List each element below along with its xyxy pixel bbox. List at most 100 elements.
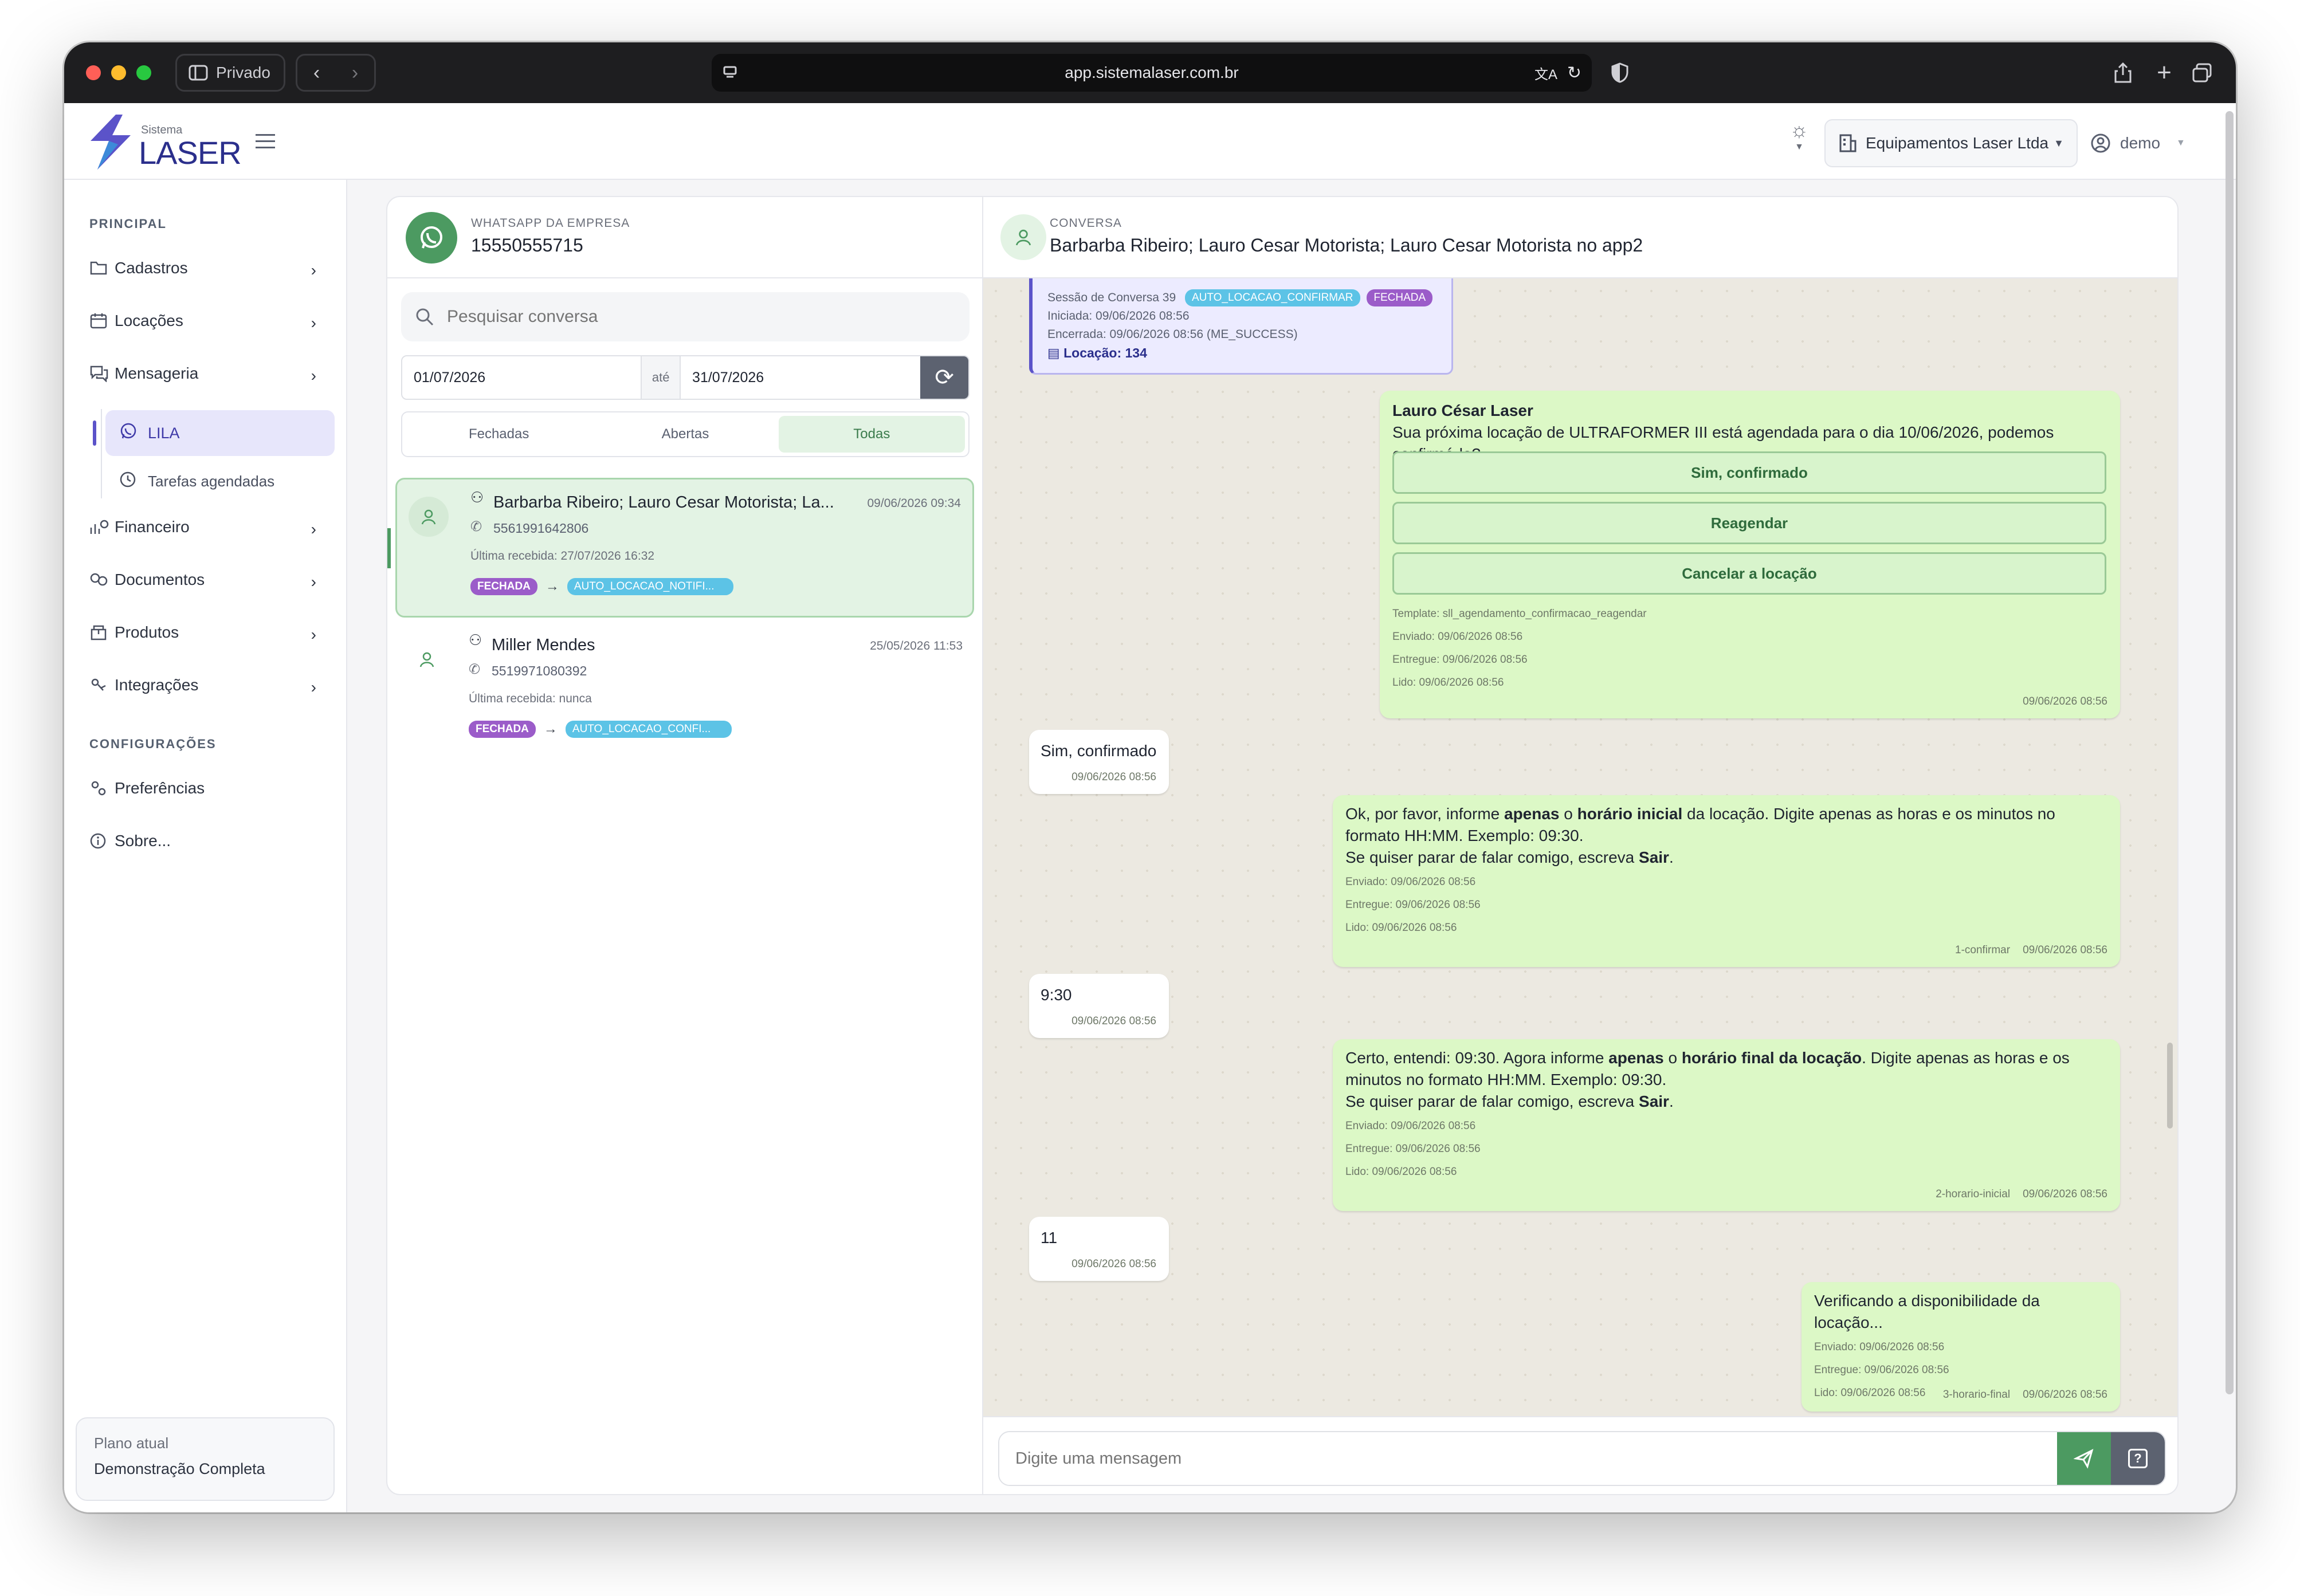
whatsapp-label: WHATSAPP DA EMPRESA <box>471 217 630 230</box>
tab-overview-icon[interactable] <box>2188 58 2216 87</box>
maximize-window-button[interactable] <box>136 65 151 80</box>
scrollbar-thumb[interactable] <box>2167 1043 2173 1129</box>
message-time: 09/06/2026 08:56 <box>1071 771 1156 783</box>
refresh-button[interactable]: ⟳ <box>920 356 968 399</box>
documents-icon <box>89 571 115 588</box>
back-arrow-icon[interactable]: ‹ <box>313 62 320 84</box>
quick-reply-cancel-button[interactable]: Cancelar a locação <box>1392 552 2106 595</box>
sidebar-item-cadastros[interactable]: Cadastros › <box>89 250 330 286</box>
search-box[interactable] <box>401 292 970 341</box>
new-tab-icon[interactable]: + <box>2150 58 2179 87</box>
session-title: Sessão de Conversa 39 <box>1047 291 1176 304</box>
flow-badge: AUTO_LOCACAO_NOTIFI... <box>567 578 733 595</box>
whatsapp-number: 15550555715 <box>471 235 583 255</box>
share-icon[interactable] <box>2109 58 2137 87</box>
integration-icon <box>89 677 115 694</box>
private-tab-button[interactable]: Privado <box>175 54 285 92</box>
sent-time: Enviado: 09/06/2026 08:56 <box>1814 1341 1945 1353</box>
date-to-value: 31/07/2026 <box>692 369 764 386</box>
incoming-message: 9:30 09/06/2026 08:56 <box>1029 974 1169 1038</box>
date-from-input[interactable]: 01/07/2026 <box>402 356 642 399</box>
help-button[interactable]: ? <box>2111 1432 2165 1485</box>
sidebar-subitem-lila[interactable]: LILA <box>105 410 335 456</box>
sidebar-item-mensageria[interactable]: Mensageria › <box>89 355 330 392</box>
session-title-row: Sessão de Conversa 39 AUTO_LOCACAO_CONFI… <box>1047 289 1436 307</box>
sun-icon: ☼ <box>1789 118 1809 141</box>
message-input[interactable] <box>999 1432 2057 1485</box>
brand-logo[interactable]: Sistema LASER <box>86 113 242 171</box>
active-indicator <box>93 420 96 446</box>
conversation-item[interactable]: ⚇ Miller Mendes 25/05/2026 11:53 ✆ 55199… <box>395 622 974 756</box>
company-select[interactable]: Equipamentos Laser Ltda ▼ <box>1824 119 2078 167</box>
company-name: Equipamentos Laser Ltda <box>1866 134 2049 152</box>
conversation-date: 25/05/2026 11:53 <box>870 639 963 652</box>
reload-icon[interactable]: ↻ <box>1567 63 1581 83</box>
conversation-item[interactable]: ⚇ Barbarba Ribeiro; Lauro Cesar Motorist… <box>395 478 974 618</box>
quick-reply-reschedule-button[interactable]: Reagendar <box>1392 502 2106 544</box>
send-button[interactable] <box>2057 1432 2111 1485</box>
search-input[interactable] <box>447 307 940 327</box>
message-area[interactable]: Sessão de Conversa 39 AUTO_LOCACAO_CONFI… <box>983 278 2177 1416</box>
sidebar-item-sobre[interactable]: Sobre... <box>89 823 330 859</box>
plan-label: Plano atual <box>94 1434 169 1452</box>
message-time: 09/06/2026 08:56 <box>2023 1389 2107 1401</box>
session-card[interactable]: Sessão de Conversa 39 AUTO_LOCACAO_CONFI… <box>1029 278 1453 375</box>
avatar <box>409 497 449 537</box>
message-time: 09/06/2026 08:56 <box>1071 1258 1156 1270</box>
close-window-button[interactable] <box>86 65 101 80</box>
sidebar-item-locacoes[interactable]: Locações › <box>89 302 330 339</box>
tab-label: Abertas <box>661 426 709 442</box>
section-principal-label: PRINCIPAL <box>89 217 167 231</box>
theme-toggle-button[interactable]: ☼ ▼ <box>1783 118 1815 164</box>
sidebar-subitem-tarefas[interactable]: Tarefas agendadas <box>105 461 335 502</box>
outgoing-message: Certo, entendi: 09:30. Agora informe ape… <box>1333 1039 2120 1211</box>
tab-fechadas[interactable]: Fechadas <box>406 416 592 453</box>
status-tags: FECHADA → AUTO_LOCACAO_NOTIFI... <box>470 578 733 595</box>
read-time: Lido: 09/06/2026 08:56 <box>1345 922 1457 934</box>
privacy-shield-icon[interactable] <box>1606 58 1634 87</box>
session-rental-link[interactable]: ▤ Locação: 134 <box>1047 344 1436 362</box>
sidebar-item-preferencias[interactable]: Preferências <box>89 770 330 807</box>
page-scrollbar[interactable] <box>2226 111 2234 1394</box>
hamburger-menu-icon[interactable] <box>256 134 275 149</box>
message-time: 09/06/2026 08:56 <box>2023 1188 2107 1200</box>
translate-icon[interactable]: 文A <box>1534 63 1557 83</box>
forward-arrow-icon[interactable]: › <box>352 62 358 84</box>
date-range: 01/07/2026 até 31/07/2026 ⟳ <box>401 355 970 400</box>
arrow-right-icon: → <box>545 579 559 594</box>
delivered-time: Entregue: 09/06/2026 08:56 <box>1345 1143 1481 1155</box>
section-config-label: CONFIGURAÇÕES <box>89 737 217 751</box>
quick-reply-confirm-button[interactable]: Sim, confirmado <box>1392 451 2106 494</box>
send-icon <box>2074 1449 2094 1469</box>
tab-label: Fechadas <box>468 426 529 442</box>
info-icon <box>89 832 115 850</box>
conversation-date: 09/06/2026 09:34 <box>867 497 961 510</box>
date-to-input[interactable]: 31/07/2026 <box>681 356 920 399</box>
selected-indicator <box>387 528 391 568</box>
button-label: Reagendar <box>1710 514 1788 532</box>
sidebar-item-financeiro[interactable]: Financeiro › <box>89 509 330 545</box>
tab-todas[interactable]: Todas <box>778 416 965 453</box>
conversation-label: CONVERSA <box>1050 217 1122 230</box>
tab-abertas[interactable]: Abertas <box>592 416 778 453</box>
flow-step: 1-confirmar <box>1955 944 2011 956</box>
sidebar-item-produtos[interactable]: Produtos › <box>89 614 330 651</box>
minimize-window-button[interactable] <box>111 65 126 80</box>
user-name: demo <box>2120 134 2161 152</box>
history-nav: ‹ › <box>296 54 376 92</box>
sidebar-item-documentos[interactable]: Documentos › <box>89 561 330 598</box>
status-badge: FECHADA <box>1367 289 1433 307</box>
building-icon <box>1839 134 1857 152</box>
messaging-panel: WHATSAPP DA EMPRESA 15550555715 01/07/20… <box>386 196 2179 1495</box>
submenu-rail <box>101 409 102 498</box>
sidebar-item-integracoes[interactable]: Integrações › <box>89 667 330 703</box>
tab-label: Todas <box>853 426 890 442</box>
template-name: Template: sll_agendamento_confirmacao_re… <box>1392 608 1647 620</box>
user-menu[interactable]: demo ▼ <box>2090 126 2205 160</box>
address-bar[interactable]: app.sistemalaser.com.br 文A ↻ <box>712 54 1592 92</box>
flow-step: 2-horario-inicial <box>1936 1188 2011 1200</box>
message-composer: ? <box>983 1416 2177 1494</box>
page-settings-icon[interactable] <box>722 65 738 81</box>
message-input-wrapper: ? <box>998 1431 2166 1486</box>
whatsapp-icon <box>119 422 138 445</box>
